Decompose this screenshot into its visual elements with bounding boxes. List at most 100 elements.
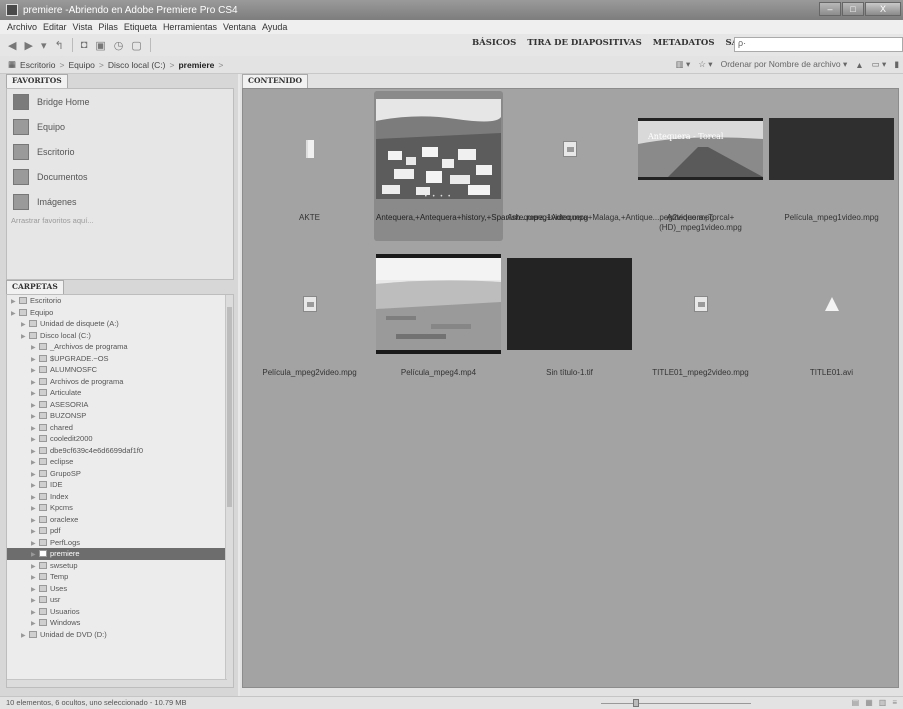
folder-tree-row[interactable]: ▶ cooledit2000: [7, 433, 233, 445]
folder-tree-row[interactable]: ▶ dbe9cf639c4e6d6699daf1f0: [7, 445, 233, 457]
menu-editar[interactable]: Editar: [43, 22, 67, 32]
folder-tree-row[interactable]: ▶ Temp: [7, 571, 233, 583]
folder-tree-row[interactable]: ▶ BUZONSP: [7, 410, 233, 422]
folder-tree-row[interactable]: ▶ premiere: [7, 548, 233, 560]
back-icon[interactable]: ◀: [8, 39, 16, 52]
workspace-tira-diapositivas[interactable]: TIRA DE DIAPOSITIVAS: [527, 38, 642, 48]
tab-carpetas[interactable]: CARPETAS: [6, 280, 64, 294]
maximize-button[interactable]: □: [842, 2, 864, 16]
favorite-escritorio[interactable]: Escritorio: [7, 139, 233, 164]
folder-tree-row[interactable]: ▶ ALUMNOSFC: [7, 364, 233, 376]
parent-folder-icon[interactable]: ↰: [54, 39, 63, 52]
folder-tree-horizontal-scrollbar[interactable]: [7, 679, 227, 687]
sort-ascending-icon[interactable]: ▲: [855, 60, 863, 70]
workspace-metadatos[interactable]: METADATOS: [653, 38, 715, 48]
menu-etiqueta[interactable]: Etiqueta: [124, 22, 157, 32]
sort-by-dropdown[interactable]: Ordenar por Nombre de archivo ▾: [721, 59, 848, 70]
content-item-pelicula-mpeg2[interactable]: Película_mpeg2video.mpg: [245, 246, 374, 396]
folder-tree-row[interactable]: ▶ PerfLogs: [7, 537, 233, 549]
content-item-sin-titulo-tif[interactable]: Sin título-1.tif: [505, 246, 634, 396]
delete-icon[interactable]: ▮: [894, 59, 899, 70]
folder-tree-row[interactable]: ▶ Escritorio: [7, 295, 233, 307]
folder-tree-rows: ▶ Escritorio ▶ Equipo ▶ Unidad de disquete (A…: [7, 295, 233, 640]
status-text: 10 elementos, 6 ocultos, uno seleccionad…: [6, 698, 187, 707]
folder-tree-row[interactable]: ▶ Usuarios: [7, 606, 233, 618]
menu-ayuda[interactable]: Ayuda: [262, 22, 287, 32]
folder-tree-row[interactable]: ▶ pdf: [7, 525, 233, 537]
thumbnail-size-slider[interactable]: [593, 697, 773, 709]
folder-icon: [39, 469, 47, 477]
tab-favoritos[interactable]: FAVORITOS: [6, 74, 68, 88]
folder-tree-row[interactable]: ▶ GrupoSP: [7, 468, 233, 480]
expand-triangle-icon[interactable]: ▶: [21, 631, 29, 643]
content-item-antequera-malaga[interactable]: Antequera,+Antequera+Malaga,+Antique...p…: [505, 91, 714, 241]
folder-tree-row[interactable]: ▶ $UPGRADE.~OS: [7, 353, 233, 365]
folder-tree-row[interactable]: ▶ swsetup: [7, 560, 233, 572]
content-item-antequera-history[interactable]: • • • • Antequera,+Antequera+history,+Sp…: [374, 91, 588, 241]
folder-tree-row[interactable]: ▶ chared: [7, 422, 233, 434]
folder-label: Archivos de programa: [50, 376, 124, 386]
slider-knob[interactable]: [633, 699, 639, 707]
folder-tree-row[interactable]: ▶ Unidad de DVD (D:): [7, 629, 233, 641]
menu-herramientas[interactable]: Herramientas: [163, 22, 217, 32]
view-thumbnails-icon[interactable]: ▦: [865, 697, 873, 709]
favorite-bridge-home[interactable]: Bridge Home: [7, 89, 233, 114]
folder-tree-vertical-scrollbar[interactable]: [225, 295, 233, 687]
history-dropdown-icon[interactable]: ▾: [41, 39, 47, 52]
workspace-basicos[interactable]: BÁSICOS: [472, 38, 516, 48]
view-list-icon[interactable]: ≡: [892, 697, 897, 709]
content-item-akte[interactable]: AKTE: [245, 91, 374, 241]
camera-import-icon[interactable]: ◘: [81, 39, 88, 51]
content-item-antequera-torcal[interactable]: Antequera - Torcal Antequera+Torcal+(HD)…: [636, 91, 765, 241]
folder-tree-row[interactable]: ▶ Unidad de disquete (A:): [7, 318, 233, 330]
scrollbar-thumb[interactable]: [227, 307, 232, 507]
menu-vista[interactable]: Vista: [73, 22, 93, 32]
folder-tree-row[interactable]: ▶ Articulate: [7, 387, 233, 399]
favorite-label: Bridge Home: [37, 96, 90, 107]
close-button[interactable]: X: [865, 2, 901, 16]
view-details-icon[interactable]: ▥: [879, 697, 887, 709]
folder-tree-row[interactable]: ▶ Kpcms: [7, 502, 233, 514]
folder-tree-row[interactable]: ▶ usr: [7, 594, 233, 606]
quality-options-icon[interactable]: ▥ ▾: [676, 59, 691, 70]
lock-thumbnail-grid-icon[interactable]: ▤: [852, 697, 860, 709]
breadcrumb-escritorio[interactable]: Escritorio: [20, 60, 55, 70]
folder-label: IDE: [50, 480, 63, 489]
breadcrumb-disco-local[interactable]: Disco local (C:): [108, 60, 166, 70]
new-document-icon[interactable]: ▢: [131, 39, 141, 52]
folder-tree-row[interactable]: ▶ _Archivos de programa: [7, 341, 233, 353]
content-item-title01-avi[interactable]: TITLE01.avi: [767, 246, 896, 396]
favorite-imagenes[interactable]: Imágenes: [7, 189, 233, 214]
content-item-pelicula-mpeg1[interactable]: Película_mpeg1video.mpg: [767, 91, 896, 241]
forward-icon[interactable]: ▶: [24, 39, 32, 52]
menu-pilas[interactable]: Pilas: [98, 22, 118, 32]
folder-tree-row[interactable]: ▶ IDE: [7, 479, 233, 491]
refine-icon[interactable]: ▣: [95, 39, 105, 52]
menu-archivo[interactable]: Archivo: [7, 22, 37, 32]
breadcrumb-premiere[interactable]: premiere: [178, 60, 214, 70]
folder-tree-row[interactable]: ▶ Index: [7, 491, 233, 503]
menu-ventana[interactable]: Ventana: [223, 22, 256, 32]
open-recent-icon[interactable]: ◷: [114, 39, 124, 52]
favorite-documentos[interactable]: Documentos: [7, 164, 233, 189]
search-input[interactable]: ρ·: [734, 37, 903, 52]
folder-tree-row[interactable]: ▶ eclipse: [7, 456, 233, 468]
folder-tree-row[interactable]: ▶ oraclexe: [7, 514, 233, 526]
filter-rating-star-icon[interactable]: ☆ ▾: [698, 59, 712, 70]
folder-tree-row[interactable]: ▶ Windows: [7, 617, 233, 629]
folder-tree-row[interactable]: ▶ Uses: [7, 583, 233, 595]
content-item-title01-mpeg2[interactable]: TITLE01_mpeg2video.mpg: [636, 246, 765, 396]
minimize-button[interactable]: –: [819, 2, 841, 16]
content-item-pelicula-mp4[interactable]: Película_mpeg4.mp4: [374, 246, 503, 396]
content-panel: CONTENIDO AKTE • • • • Antequera,+Antequ…: [240, 74, 903, 696]
folder-label: PerfLogs: [50, 537, 81, 547]
tab-contenido[interactable]: CONTENIDO: [242, 74, 309, 88]
video-file-icon: [562, 141, 577, 157]
folder-tree-row[interactable]: ▶ Equipo: [7, 307, 233, 319]
folder-tree-row[interactable]: ▶ Disco local (C:): [7, 330, 233, 342]
new-folder-icon[interactable]: ▭ ▾: [872, 59, 887, 70]
folder-tree-row[interactable]: ▶ Archivos de programa: [7, 376, 233, 388]
breadcrumb-equipo[interactable]: Equipo: [68, 60, 94, 70]
folder-tree-row[interactable]: ▶ ASESORIA: [7, 399, 233, 411]
favorite-equipo[interactable]: Equipo: [7, 114, 233, 139]
